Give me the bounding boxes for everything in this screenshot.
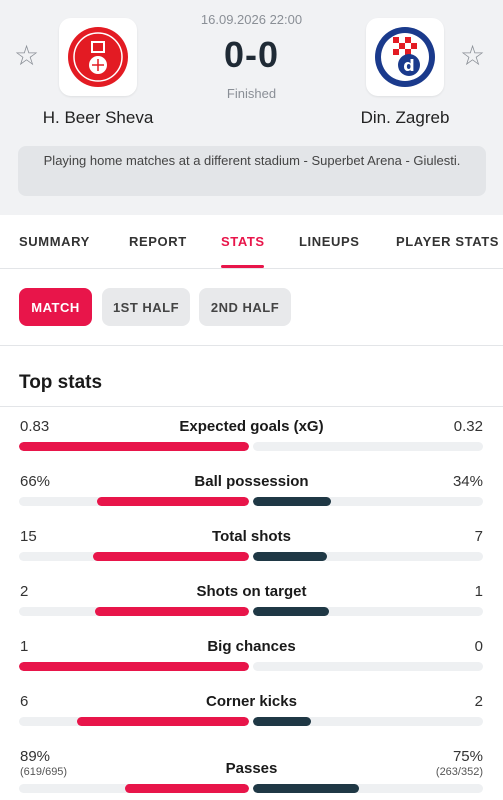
stat-row-possession: 66% Ball possession 34% <box>0 473 503 528</box>
stat-row-total-shots: 15 Total shots 7 <box>0 528 503 583</box>
away-bar-track <box>253 717 483 726</box>
away-team-logo[interactable]: d <box>366 18 444 96</box>
stat-label: Passes <box>225 760 278 777</box>
tab-summary[interactable]: SUMMARY <box>19 234 90 249</box>
tab-player-stats[interactable]: PLAYER STATS <box>396 234 499 249</box>
away-bar-track <box>253 662 483 671</box>
divider <box>0 345 503 346</box>
active-tab-indicator <box>221 265 264 268</box>
away-bar-track <box>253 497 483 506</box>
away-value: 1 <box>474 583 483 600</box>
home-bar-track <box>19 552 249 561</box>
away-passes-detail: (263/352) <box>435 766 483 778</box>
stat-label: Expected goals (xG) <box>179 418 324 435</box>
stat-row-passes: 89% (619/695) Passes 75% (263/352) <box>0 748 503 800</box>
section-title: Top stats <box>19 372 103 393</box>
away-value: 2 <box>474 693 483 710</box>
home-bar <box>97 497 249 506</box>
home-bar <box>76 717 249 726</box>
away-passes-pct: 75% <box>452 748 483 765</box>
away-bar <box>253 717 311 726</box>
tab-stats[interactable]: STATS <box>221 234 265 249</box>
period-match-button[interactable]: MATCH <box>19 288 92 326</box>
stat-label: Total shots <box>212 528 291 545</box>
away-value: 0.32 <box>453 418 483 435</box>
svg-text:d: d <box>403 56 414 75</box>
home-bar <box>19 442 249 451</box>
stat-row-corner-kicks: 6 Corner kicks 2 <box>0 693 503 748</box>
home-bar-track <box>19 607 249 616</box>
away-bar <box>253 497 332 506</box>
stat-row-xg: 0.83 Expected goals (xG) 0.32 <box>0 418 503 473</box>
away-bar-track <box>253 607 483 616</box>
away-bar <box>253 784 359 793</box>
period-1st-half-button[interactable]: 1ST HALF <box>102 288 190 326</box>
period-2nd-half-button[interactable]: 2ND HALF <box>199 288 291 326</box>
home-bar-track <box>19 442 249 451</box>
home-bar <box>19 662 249 671</box>
match-header: 16.09.2026 22:00 ☆ H. Beer Sheva 0-0 Fin… <box>0 0 503 215</box>
stat-label: Shots on target <box>196 583 307 600</box>
stat-label: Corner kicks <box>206 693 297 710</box>
away-bar-track <box>253 442 483 451</box>
away-bar <box>253 607 329 616</box>
home-bar-track <box>19 497 249 506</box>
tab-lineups[interactable]: LINEUPS <box>299 234 360 249</box>
away-value: 7 <box>474 528 483 545</box>
divider <box>0 406 503 407</box>
home-bar-track <box>19 784 249 793</box>
favorite-away-star-icon[interactable]: ☆ <box>460 42 485 70</box>
away-team-name[interactable]: Din. Zagreb <box>325 108 485 128</box>
away-crest-icon: d <box>375 27 435 87</box>
home-bar-track <box>19 717 249 726</box>
away-bar <box>253 552 327 561</box>
stat-row-big-chances: 1 Big chances 0 <box>0 638 503 693</box>
tab-report[interactable]: REPORT <box>129 234 187 249</box>
away-value: 34% <box>452 473 483 490</box>
away-value: 0 <box>474 638 483 655</box>
match-tabs: SUMMARY REPORT STATS LINEUPS PLAYER STAT… <box>0 215 503 269</box>
home-team-name[interactable]: H. Beer Sheva <box>18 108 178 128</box>
away-bar-track <box>253 784 483 793</box>
home-bar-track <box>19 662 249 671</box>
home-bar <box>94 607 249 616</box>
away-value: 75% (263/352) <box>436 748 483 778</box>
away-bar-track <box>253 552 483 561</box>
home-bar <box>124 784 249 793</box>
home-bar <box>92 552 249 561</box>
venue-notice: Playing home matches at a different stad… <box>18 146 486 196</box>
stat-label: Big chances <box>207 638 296 655</box>
stat-row-shots-on-target: 2 Shots on target 1 <box>0 583 503 638</box>
stat-label: Ball possession <box>194 473 309 490</box>
